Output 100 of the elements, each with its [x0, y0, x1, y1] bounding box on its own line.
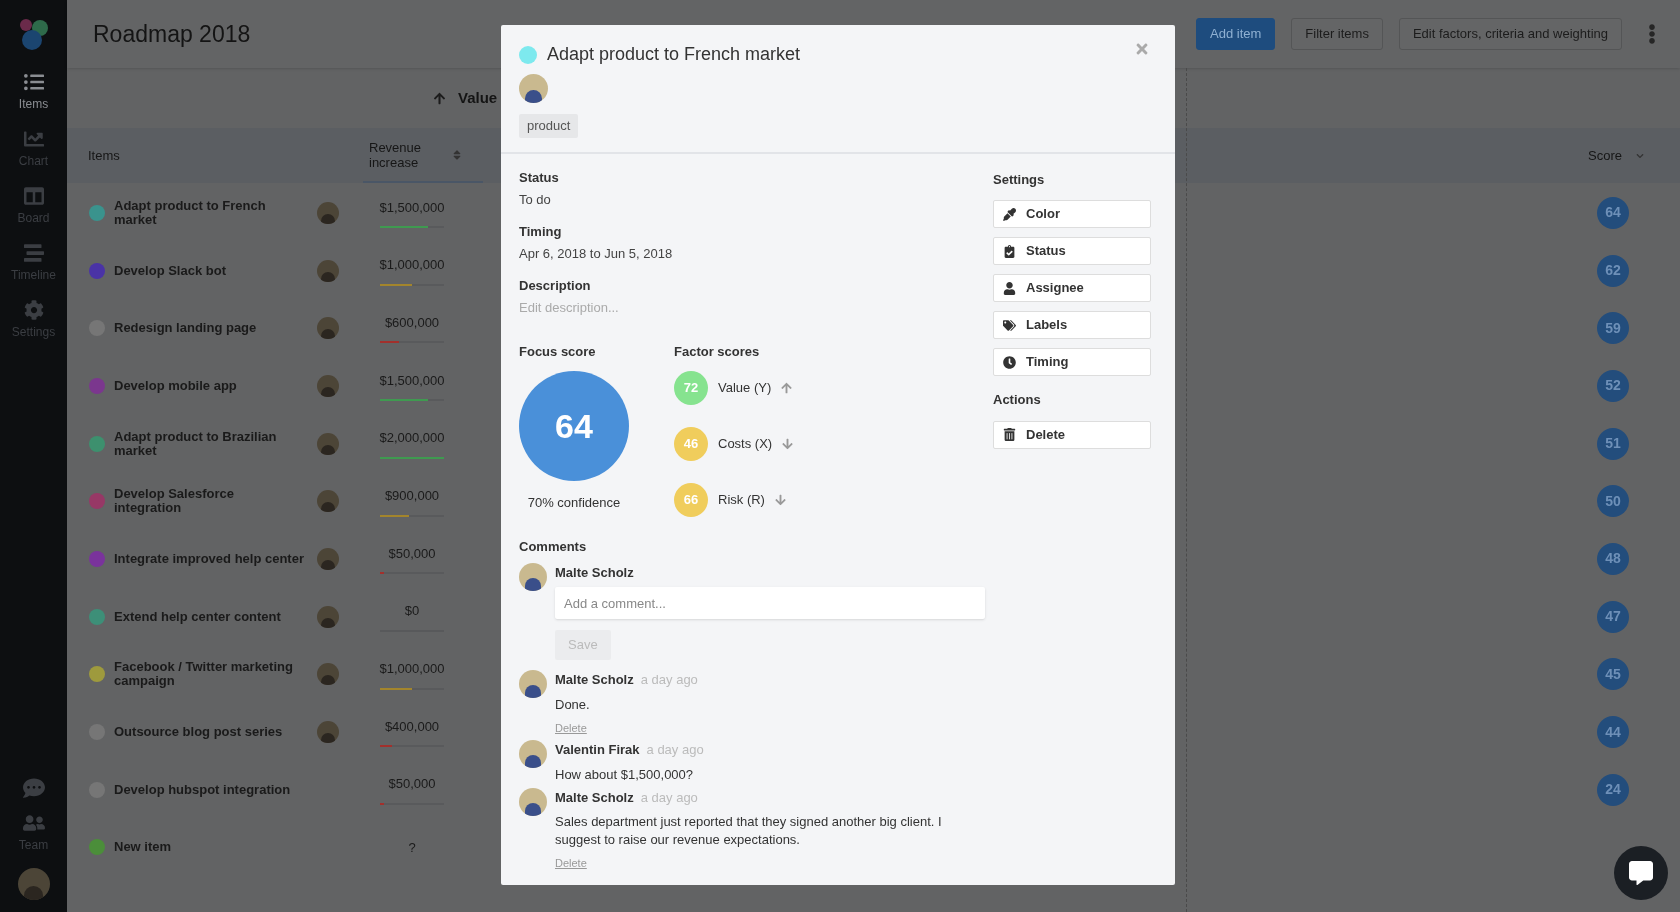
assignee-avatar [519, 74, 548, 103]
sort-icon[interactable] [453, 148, 461, 161]
section-heading: Factor scores [674, 342, 761, 361]
page-title: Roadmap 2018 [93, 19, 251, 49]
chat-launcher[interactable] [1614, 846, 1668, 900]
commenter-avatar [519, 562, 547, 591]
comment-author: Malte Scholz [555, 563, 635, 582]
item-name[interactable]: Adapt product to French market [114, 198, 304, 227]
down-arrow-icon [782, 438, 794, 450]
comment-author: Valentin Firak [555, 741, 640, 759]
score-badge: 52 [1597, 369, 1629, 402]
revenue-value: $600,000 [384, 313, 440, 332]
status-icon [1003, 244, 1016, 258]
revenue-value: $50,000 [388, 775, 436, 794]
comment-text: Done. [555, 695, 591, 714]
field-label: Timing [519, 223, 563, 240]
dialog-title: Adapt product to French market [547, 43, 801, 66]
score-badge: 62 [1597, 254, 1629, 287]
revenue-value: $1,000,000 [379, 256, 445, 275]
revenue-value: $1,000,000 [379, 660, 445, 679]
revenue-value: $400,000 [384, 717, 440, 736]
label-tag[interactable]: product [519, 114, 579, 138]
description-field[interactable]: Edit description... [519, 299, 993, 316]
toolbar-button[interactable]: Edit factors, criteria and weighting [1398, 18, 1622, 50]
section-heading: Focus score [519, 342, 597, 361]
comment-time: a day ago [646, 741, 704, 759]
labels-icon [1003, 318, 1016, 332]
comment-text: Sales department just reported that they signed another big client. I suggest to raise our revenue expectations. [555, 813, 943, 849]
revenue-value: $1,500,000 [379, 198, 445, 217]
commenter-avatar [519, 787, 547, 816]
comment-time: a day ago [640, 788, 698, 807]
settings-button[interactable]: Color [993, 200, 1151, 228]
comment-text: How about $1,500,000? [555, 765, 695, 784]
field-value: Apr 6, 2018 to Jun 5, 2018 [519, 245, 674, 262]
board-icon [23, 186, 44, 206]
revenue-value: $1,500,000 [379, 371, 445, 390]
nav-item[interactable]: Items [0, 72, 67, 113]
commenter-avatar [519, 670, 547, 698]
field-label: Description [519, 277, 592, 294]
color-icon [1003, 207, 1016, 221]
field-value: To do [519, 191, 552, 208]
item-name[interactable]: Extend help center content [114, 609, 304, 624]
item-name[interactable]: New item [114, 840, 304, 855]
column-header: Items [88, 146, 121, 165]
settings-button[interactable]: Assignee [993, 274, 1151, 302]
revenue-value: ? [408, 838, 416, 857]
factor-score-badge: 66 [674, 483, 708, 517]
delete-link[interactable]: Delete [555, 719, 587, 736]
confidence-text: 70% confidence [526, 494, 622, 512]
team-icon [22, 813, 45, 833]
chevron-icon[interactable] [1636, 151, 1644, 160]
field-label: Status [519, 169, 560, 186]
score-badge: 59 [1597, 312, 1629, 345]
delete-icon [1003, 428, 1016, 441]
delete-link[interactable]: Delete [555, 855, 587, 872]
item-name[interactable]: Integrate improved help center [114, 551, 304, 566]
factor-name: Risk (R) [718, 491, 765, 510]
comment-author: Malte Scholz [555, 671, 634, 689]
revenue-value: $0 [404, 602, 420, 621]
assignee-icon [1003, 281, 1016, 295]
item-name[interactable]: Develop mobile app [114, 378, 304, 393]
settings-icon [23, 300, 44, 320]
comment-time: a day ago [640, 671, 698, 689]
item-name[interactable]: Develop Salesforce integration [114, 487, 304, 516]
user-avatar [17, 868, 50, 900]
timing-icon [1003, 355, 1016, 369]
score-badge: 24 [1597, 773, 1629, 806]
toolbar-button[interactable]: Add item [1196, 18, 1276, 50]
list-icon [23, 72, 44, 92]
item-name[interactable]: Develop hubspot integration [114, 782, 304, 797]
close-icon[interactable] [1134, 41, 1150, 57]
item-name[interactable]: Adapt product to Brazilian market [114, 429, 304, 458]
settings-button[interactable]: Timing [993, 348, 1151, 376]
settings-button[interactable]: Labels [993, 311, 1151, 339]
down-arrow-icon [774, 494, 786, 506]
item-name[interactable]: Redesign landing page [114, 321, 304, 336]
chart-icon [23, 129, 44, 149]
revenue-value: $50,000 [388, 544, 436, 563]
item-name[interactable]: Develop Slack bot [114, 263, 304, 278]
section-heading: Comments [519, 538, 588, 556]
section-heading: Settings [993, 170, 1046, 189]
settings-button[interactable]: Delete [993, 420, 1151, 449]
column-header: Revenue increase [369, 139, 423, 170]
help-icon[interactable] [22, 777, 45, 799]
item-name[interactable]: Facebook / Twitter marketing campaign [114, 660, 304, 689]
toolbar-button[interactable]: Filter items [1291, 18, 1383, 50]
more-menu-icon[interactable] [1648, 24, 1656, 44]
comment-author: Malte Scholz [555, 788, 634, 807]
score-badge: 50 [1597, 485, 1629, 518]
score-badge: 45 [1597, 658, 1629, 691]
score-badge: 64 [1597, 196, 1629, 229]
score-badge: 47 [1597, 600, 1629, 633]
up-arrow-icon [433, 91, 446, 105]
revenue-value: $900,000 [384, 487, 440, 506]
settings-button[interactable]: Status [993, 237, 1151, 265]
item-name[interactable]: Outsource blog post series [114, 725, 304, 740]
column-header: Score [1588, 146, 1622, 165]
up-arrow-icon [781, 382, 793, 394]
factor-name: Value (Y) [718, 379, 772, 398]
factor-score-badge: 46 [674, 427, 708, 461]
